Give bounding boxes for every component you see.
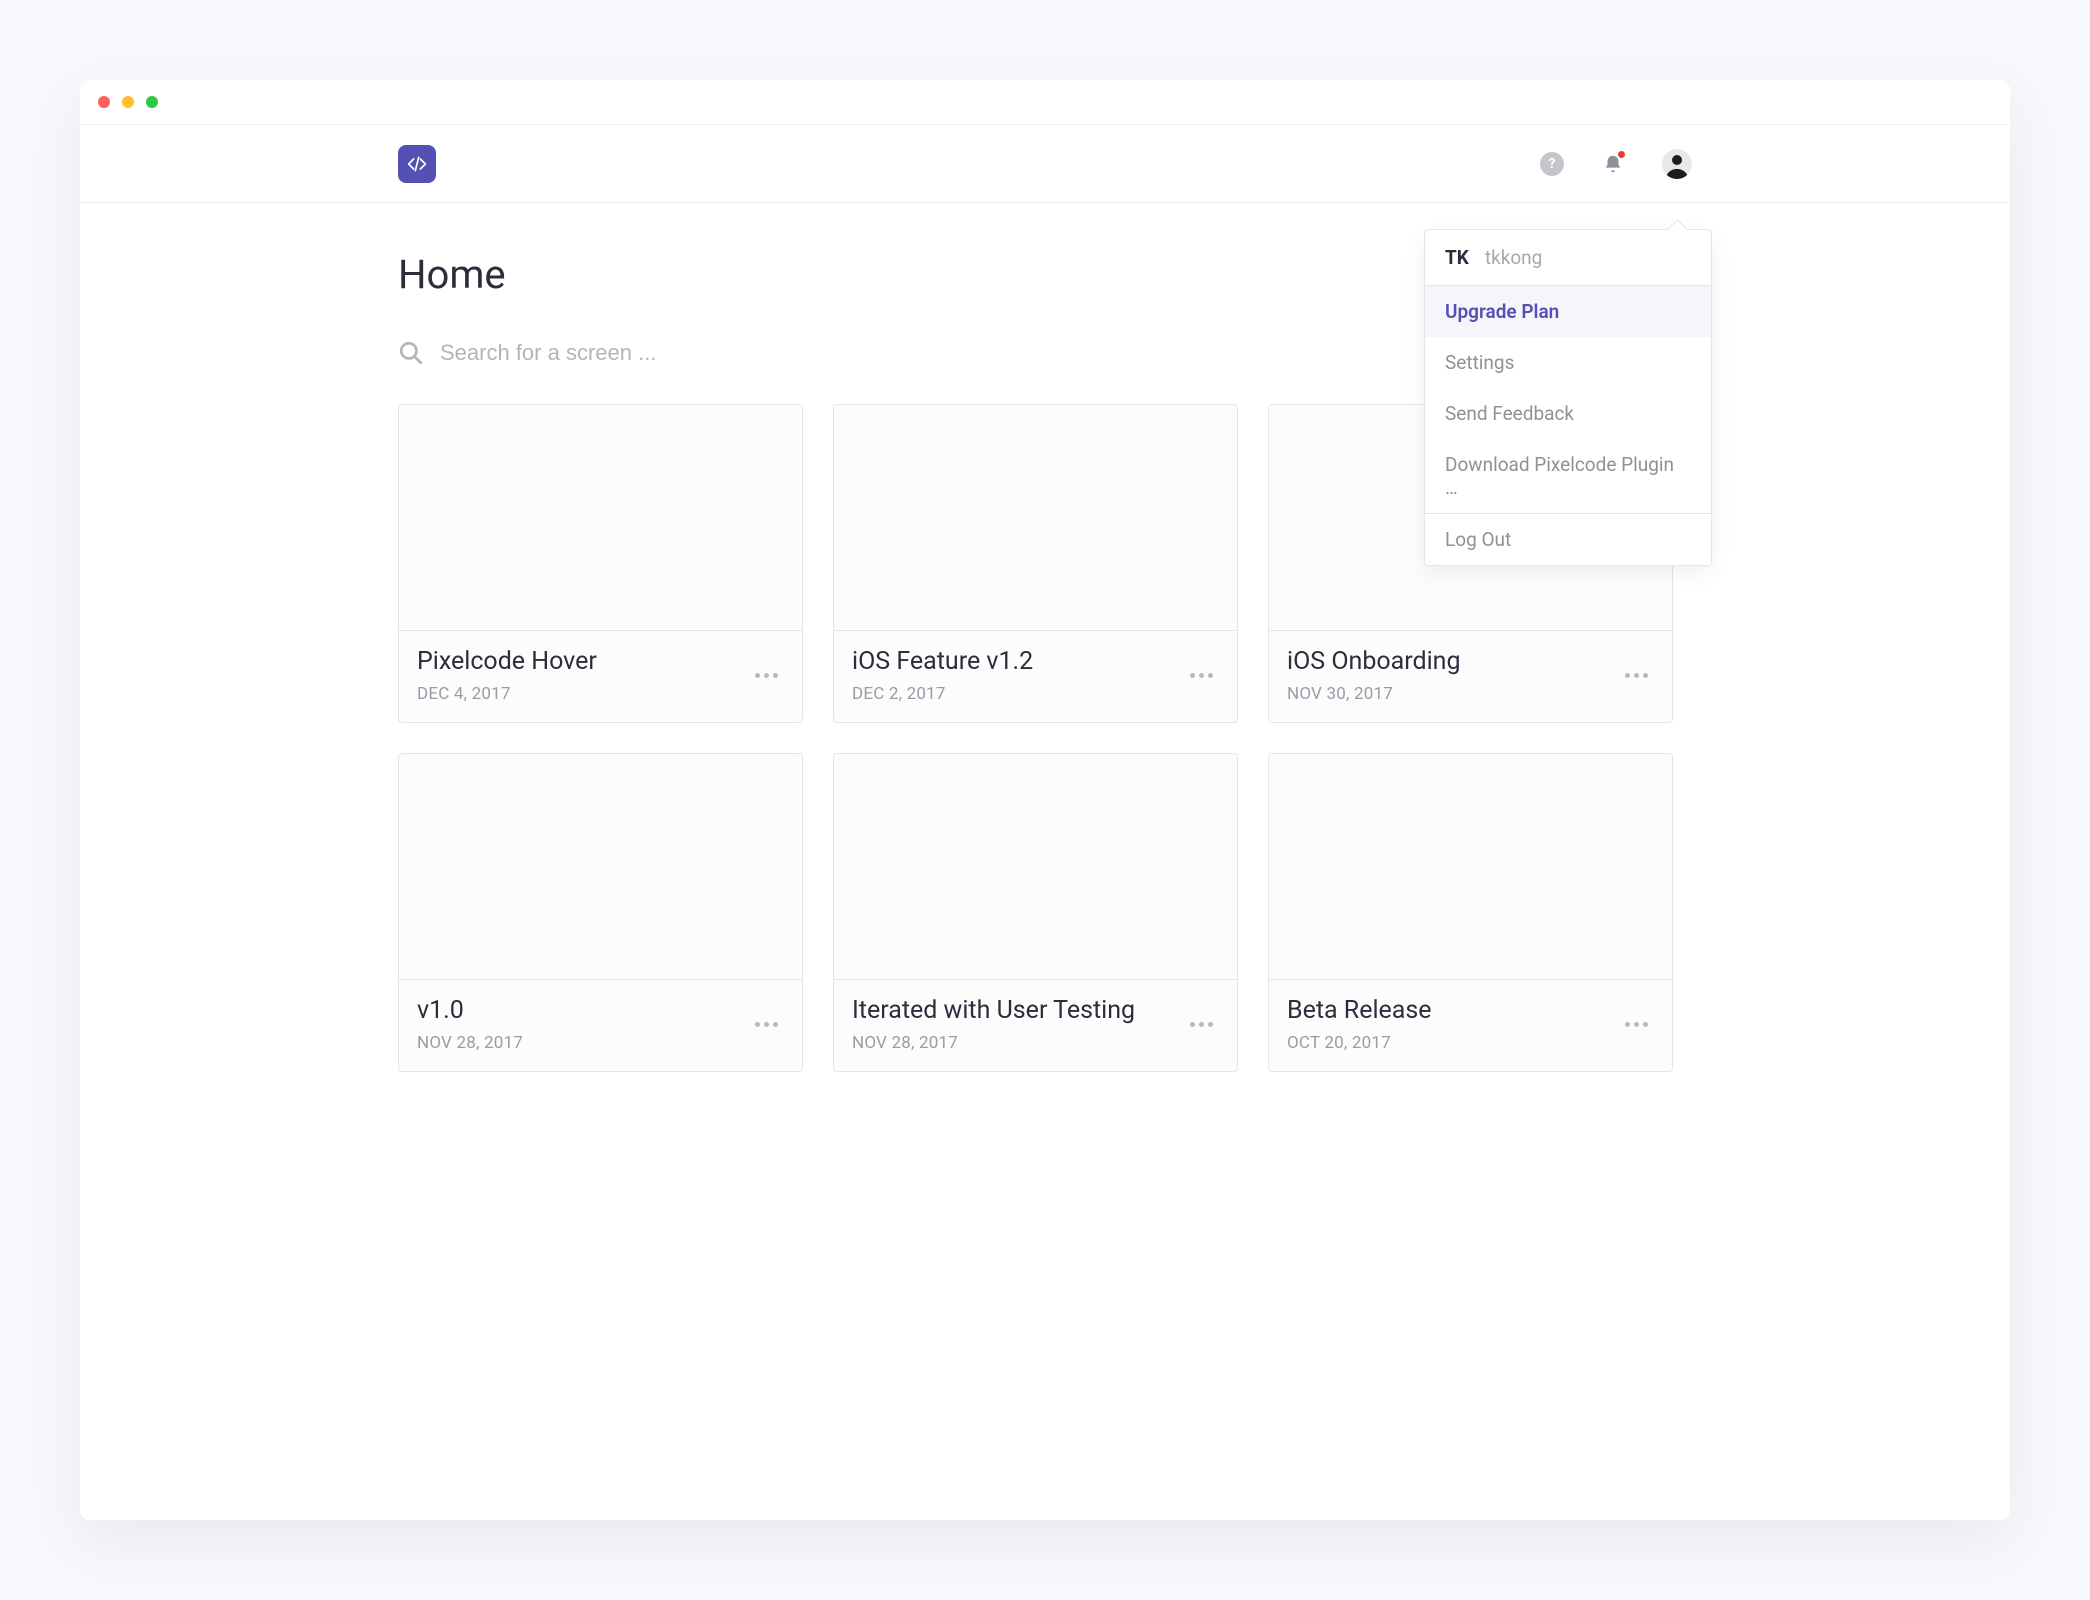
profile-button[interactable] (1662, 149, 1692, 179)
project-card-footer: Iterated with User Testing NOV 28, 2017 (834, 979, 1237, 1071)
app-logo[interactable] (398, 145, 436, 183)
project-more-button[interactable] (1619, 667, 1654, 684)
dots-icon (1190, 1022, 1195, 1027)
project-thumbnail (1269, 754, 1672, 979)
project-card-footer: v1.0 NOV 28, 2017 (399, 979, 802, 1071)
project-title: Pixelcode Hover (417, 647, 749, 676)
top-nav: ? TK tkkong (80, 125, 2010, 203)
project-title: iOS Onboarding (1287, 647, 1619, 676)
search-icon (398, 340, 424, 366)
dots-icon (755, 673, 760, 678)
avatar-icon (1662, 149, 1692, 179)
project-title: v1.0 (417, 996, 749, 1025)
project-card[interactable]: Beta Release OCT 20, 2017 (1268, 753, 1673, 1072)
project-date: NOV 28, 2017 (417, 1033, 749, 1053)
project-more-button[interactable] (1619, 1016, 1654, 1033)
project-date: DEC 4, 2017 (417, 684, 749, 704)
profile-dropdown: TK tkkong Upgrade Plan Settings Send Fee… (1424, 229, 1712, 566)
code-icon (407, 154, 427, 174)
dots-icon (1625, 1022, 1630, 1027)
project-card-footer: Pixelcode Hover DEC 4, 2017 (399, 630, 802, 722)
project-thumbnail (399, 754, 802, 979)
menu-upgrade-plan[interactable]: Upgrade Plan (1425, 286, 1711, 337)
project-more-button[interactable] (749, 667, 784, 684)
project-more-button[interactable] (749, 1016, 784, 1033)
app-window: ? TK tkkong (80, 80, 2010, 1520)
dropdown-user-header: TK tkkong (1425, 230, 1711, 286)
project-thumbnail (834, 754, 1237, 979)
top-right-actions: ? TK tkkong (1540, 149, 1692, 179)
avatar (1662, 149, 1692, 179)
project-card-footer: Beta Release OCT 20, 2017 (1269, 979, 1672, 1071)
user-initials: TK (1445, 246, 1469, 269)
project-thumbnail (399, 405, 802, 630)
menu-download-plugin[interactable]: Download Pixelcode Plugin … (1425, 439, 1711, 513)
user-username: tkkong (1485, 246, 1542, 269)
window-controls (98, 96, 158, 108)
project-more-button[interactable] (1184, 1016, 1219, 1033)
project-date: OCT 20, 2017 (1287, 1033, 1619, 1053)
project-title: Beta Release (1287, 996, 1619, 1025)
project-card-footer: iOS Onboarding NOV 30, 2017 (1269, 630, 1672, 722)
project-card-footer: iOS Feature v1.2 DEC 2, 2017 (834, 630, 1237, 722)
maximize-window-button[interactable] (146, 96, 158, 108)
project-card[interactable]: Iterated with User Testing NOV 28, 2017 (833, 753, 1238, 1072)
notifications-button[interactable] (1602, 153, 1624, 175)
project-thumbnail (834, 405, 1237, 630)
menu-settings[interactable]: Settings (1425, 337, 1711, 388)
window-titlebar (80, 80, 2010, 125)
project-card[interactable]: Pixelcode Hover DEC 4, 2017 (398, 404, 803, 723)
project-card[interactable]: v1.0 NOV 28, 2017 (398, 753, 803, 1072)
dots-icon (755, 1022, 760, 1027)
project-title: Iterated with User Testing (852, 996, 1184, 1025)
project-date: DEC 2, 2017 (852, 684, 1184, 704)
project-title: iOS Feature v1.2 (852, 647, 1184, 676)
main-content: Home Pixelcode Hover DEC 4, 2017 (80, 203, 2010, 1120)
dots-icon (1190, 673, 1195, 678)
project-date: NOV 30, 2017 (1287, 684, 1619, 704)
notification-badge (1618, 151, 1625, 158)
project-card[interactable]: iOS Feature v1.2 DEC 2, 2017 (833, 404, 1238, 723)
menu-send-feedback[interactable]: Send Feedback (1425, 388, 1711, 439)
menu-log-out[interactable]: Log Out (1425, 514, 1711, 565)
project-date: NOV 28, 2017 (852, 1033, 1184, 1053)
help-icon: ? (1540, 152, 1564, 176)
dots-icon (1625, 673, 1630, 678)
help-button[interactable]: ? (1540, 152, 1564, 176)
close-window-button[interactable] (98, 96, 110, 108)
minimize-window-button[interactable] (122, 96, 134, 108)
search-input[interactable] (440, 340, 940, 366)
project-more-button[interactable] (1184, 667, 1219, 684)
